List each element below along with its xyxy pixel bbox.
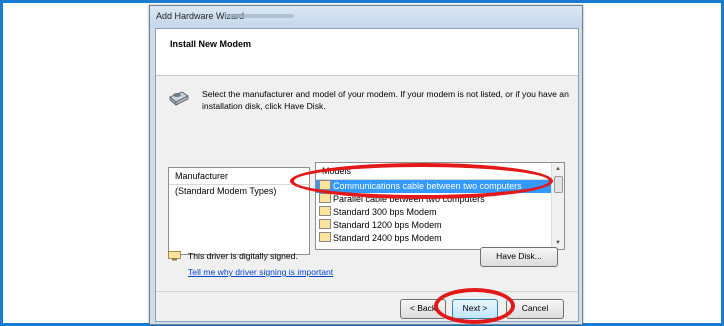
modem-small-icon — [319, 206, 331, 216]
instructions-text: Select the manufacturer and model of you… — [202, 89, 569, 111]
model-item[interactable]: Parallel cable between two computers — [316, 193, 564, 206]
model-item-label: Communications cable between two compute… — [333, 181, 522, 191]
wizard-header: Install New Modem — [156, 29, 578, 76]
have-disk-button[interactable]: Have Disk... — [480, 247, 558, 267]
model-item-label: Standard 2400 bps Modem — [333, 233, 442, 243]
models-list-header: Models — [316, 163, 564, 180]
wizard-window: Add Hardware Wizard Install New Modem Se… — [149, 5, 583, 325]
modem-small-icon — [319, 193, 331, 203]
signed-driver-icon — [168, 251, 181, 261]
footer-divider — [156, 291, 578, 292]
models-list[interactable]: Models Communications cable between two … — [315, 162, 565, 250]
title-bar-blur — [224, 14, 294, 18]
driver-signed-text: This driver is digitally signed. — [188, 251, 298, 261]
modem-icon — [169, 91, 189, 106]
wizard-client-area: Install New Modem Select the manufacture… — [155, 28, 579, 322]
scroll-thumb[interactable] — [554, 176, 563, 193]
modem-small-icon — [319, 232, 331, 242]
title-bar[interactable]: Add Hardware Wizard — [150, 6, 582, 28]
model-item[interactable]: Standard 2400 bps Modem — [316, 232, 564, 245]
scroll-up-arrow-icon[interactable]: ▲ — [552, 164, 564, 174]
model-item[interactable]: Standard 1200 bps Modem — [316, 219, 564, 232]
model-item[interactable]: Standard 300 bps Modem — [316, 206, 564, 219]
model-item-label: Parallel cable between two computers — [333, 194, 485, 204]
driver-signing-link[interactable]: Tell me why driver signing is important — [188, 267, 333, 277]
model-item[interactable]: Communications cable between two compute… — [316, 180, 564, 193]
cancel-button[interactable]: Cancel — [506, 299, 564, 319]
manufacturer-item[interactable]: (Standard Modem Types) — [169, 185, 309, 198]
model-item-label: Standard 300 bps Modem — [333, 207, 437, 217]
modem-small-icon — [319, 219, 331, 229]
back-button[interactable]: < Back — [400, 299, 446, 319]
model-item-label: Standard 1200 bps Modem — [333, 220, 442, 230]
models-scrollbar[interactable]: ▲ ▼ — [551, 163, 564, 249]
manufacturer-list-header: Manufacturer — [169, 168, 309, 185]
page-title: Install New Modem — [170, 39, 252, 49]
next-button[interactable]: Next > — [452, 299, 498, 319]
manufacturer-list[interactable]: Manufacturer (Standard Modem Types) — [168, 167, 310, 255]
modem-small-icon — [319, 180, 331, 190]
